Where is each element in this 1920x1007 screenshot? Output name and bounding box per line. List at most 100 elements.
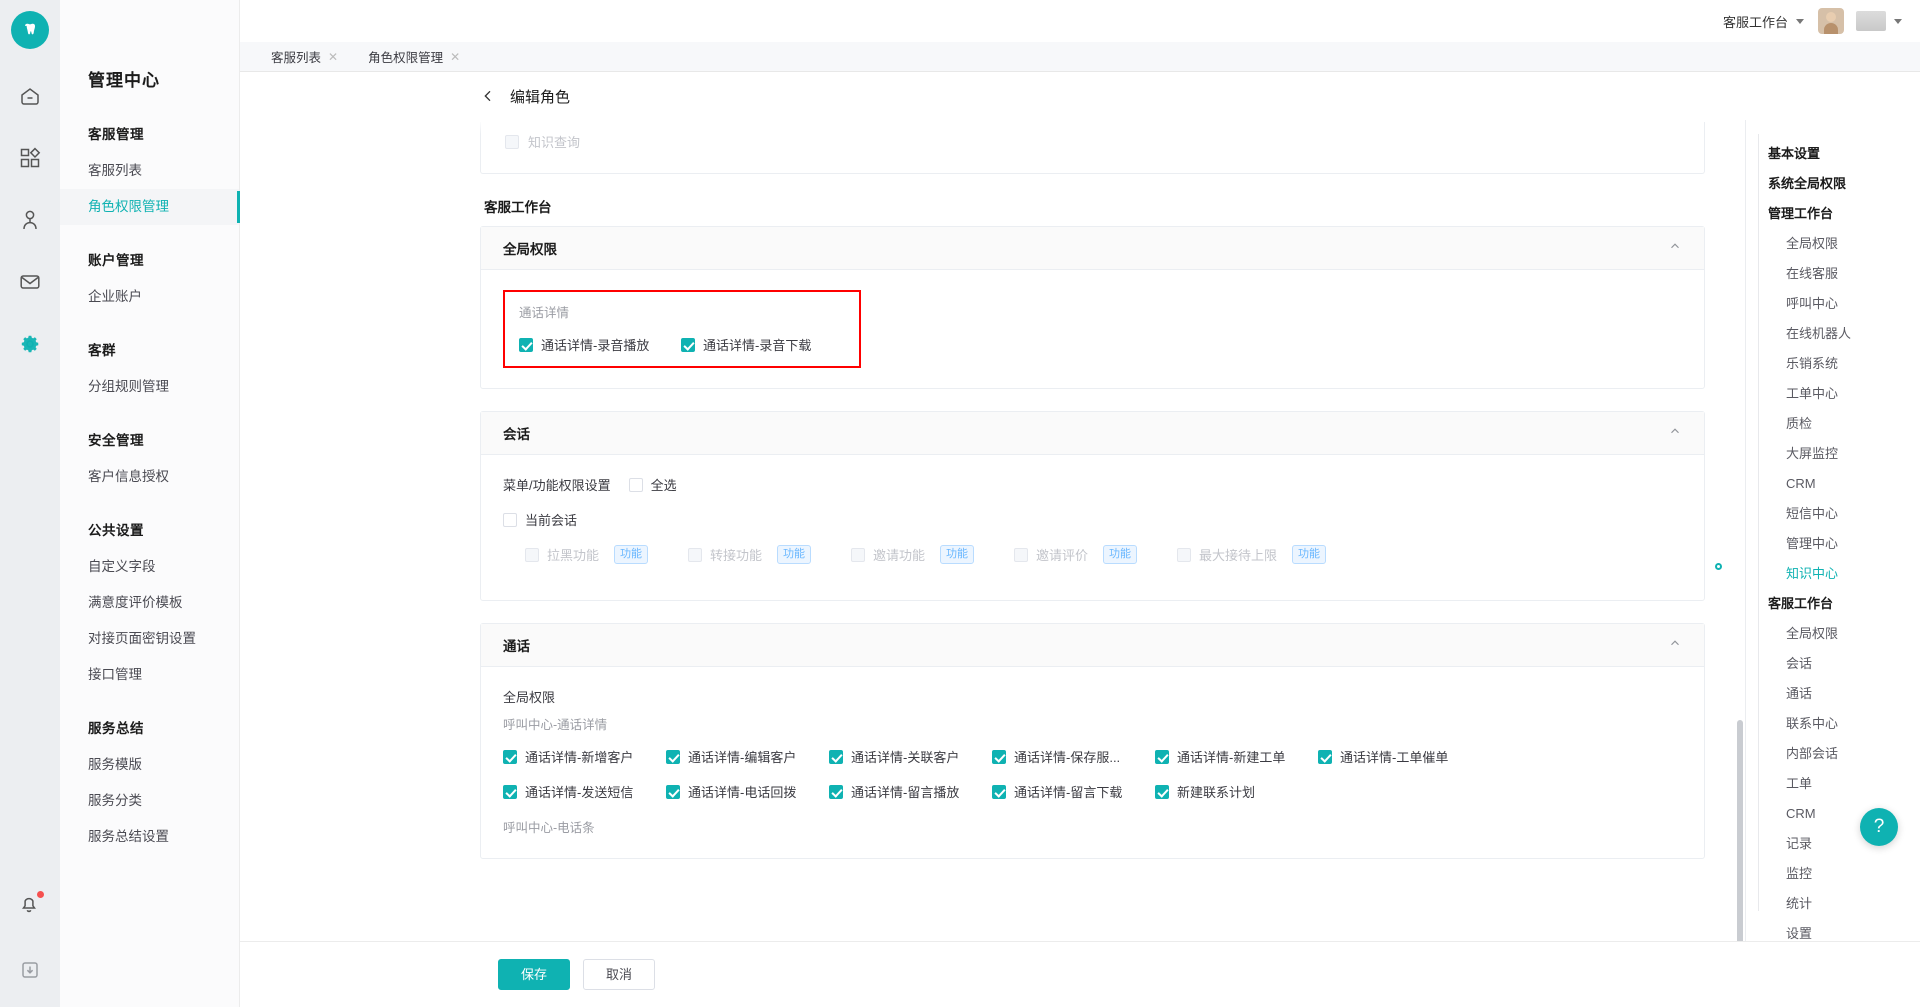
anchor-item-basic-settings[interactable]: 基本设置	[1746, 138, 1920, 168]
sidebar-item-customer-auth[interactable]: 客户信息授权	[60, 459, 239, 495]
tab-role-permission[interactable]: 角色权限管理 ✕	[353, 42, 475, 71]
checkbox-blacklist-feature: 拉黑功能 功能	[525, 545, 688, 564]
notifications-bell-icon[interactable]	[17, 891, 44, 917]
card-header[interactable]: 通话	[481, 624, 1704, 667]
anchor-item-crm[interactable]: CRM	[1746, 468, 1920, 498]
checkbox-label: 通话详情-编辑客户	[688, 750, 797, 765]
sidebar-group-0: 客服管理 客服列表 角色权限管理	[60, 109, 240, 225]
sidebar-item-group-rules[interactable]: 分组规则管理	[60, 369, 239, 405]
checkbox-call-detail-send-sms[interactable]: 通话详情-发送短信	[503, 782, 666, 801]
feature-tag: 功能	[1103, 545, 1138, 564]
menu-permission-label: 菜单/功能权限设置	[503, 478, 611, 493]
sidebar-group-title: 客群	[88, 343, 116, 358]
app-logo	[11, 11, 49, 49]
help-button[interactable]: ?	[1860, 808, 1898, 846]
checkbox-call-detail-new-ticket[interactable]: 通话详情-新建工单	[1155, 747, 1318, 766]
anchor-item-sms-center[interactable]: 短信中心	[1746, 498, 1920, 528]
checkbox-box	[503, 512, 517, 527]
form-footer: 保存 取消	[240, 941, 1920, 1007]
anchor-item-wb-global-permission[interactable]: 全局权限	[1746, 618, 1920, 648]
checkbox-call-detail-play-recording[interactable]: 通话详情-录音播放	[519, 335, 681, 354]
card-header[interactable]: 会话	[481, 412, 1704, 455]
card-call: 通话 全局权限 呼叫中心-通话详情 通话详情-新增客户 通话详情-编辑客户 通话…	[480, 623, 1705, 859]
home-icon[interactable]	[17, 83, 43, 109]
tab-agent-list[interactable]: 客服列表 ✕	[256, 42, 353, 71]
apps-grid-icon[interactable]	[17, 145, 43, 171]
checkbox-call-detail-download-recording[interactable]: 通话详情-录音下载	[681, 335, 845, 354]
checkbox-call-detail-callback[interactable]: 通话详情-电话回拨	[666, 782, 829, 801]
account-menu[interactable]	[1856, 11, 1902, 31]
user-icon[interactable]	[17, 207, 43, 233]
anchor-item-knowledge-center[interactable]: 知识中心	[1715, 558, 1920, 588]
sidebar-item-custom-fields[interactable]: 自定义字段	[60, 549, 239, 585]
chevron-up-icon[interactable]	[1668, 239, 1682, 255]
content-scrollbar-track[interactable]	[1737, 240, 1743, 941]
mail-icon[interactable]	[17, 269, 43, 295]
checkbox-call-detail-add-customer[interactable]: 通话详情-新增客户	[503, 747, 666, 766]
rail-bottom-icons	[0, 891, 60, 983]
close-icon[interactable]: ✕	[450, 51, 460, 63]
chevron-left-icon[interactable]	[480, 88, 496, 104]
checkbox-label: 当前会话	[525, 513, 578, 528]
chevron-up-icon[interactable]	[1668, 424, 1682, 440]
sidebar-item-enterprise-account[interactable]: 企业账户	[60, 279, 239, 315]
anchor-item-monitoring[interactable]: 监控	[1746, 858, 1920, 888]
checkbox-current-session[interactable]: 当前会话	[503, 510, 1682, 529]
anchor-item-ticket-center[interactable]: 工单中心	[1746, 378, 1920, 408]
sidebar-item-service-summary-settings[interactable]: 服务总结设置	[60, 819, 239, 855]
checkbox-select-all[interactable]: 全选	[628, 475, 677, 494]
highlighted-permission-group: 通话详情 通话详情-录音播放 通话详情-录音下载	[503, 290, 861, 368]
anchor-item-quality-inspection[interactable]: 质检	[1746, 408, 1920, 438]
anchor-item-session[interactable]: 会话	[1746, 648, 1920, 678]
anchor-item-agent-workbench[interactable]: 客服工作台	[1746, 588, 1920, 618]
group-caption-phonebar: 呼叫中心-电话条	[503, 821, 595, 835]
anchor-item-call-center[interactable]: 呼叫中心	[1746, 288, 1920, 318]
sidebar-item-interface-management[interactable]: 接口管理	[60, 657, 239, 693]
checkbox-call-detail-ticket-reminder[interactable]: 通话详情-工单催单	[1318, 747, 1481, 766]
checkbox-call-detail-link-customer[interactable]: 通话详情-关联客户	[829, 747, 992, 766]
download-box-icon[interactable]	[17, 957, 43, 983]
checkbox-box	[505, 134, 519, 149]
card-header[interactable]: 全局权限	[481, 227, 1704, 270]
checkbox-call-detail-save-service[interactable]: 通话详情-保存服...	[992, 747, 1155, 766]
anchor-item-ticket[interactable]: 工单	[1746, 768, 1920, 798]
checkbox-box	[851, 547, 865, 562]
checkbox-new-contact-plan[interactable]: 新建联系计划	[1155, 782, 1318, 801]
sidebar-item-page-key-settings[interactable]: 对接页面密钥设置	[60, 621, 239, 657]
anchor-item-settings[interactable]: 设置	[1746, 918, 1920, 941]
anchor-item-system-global-permission[interactable]: 系统全局权限	[1746, 168, 1920, 198]
anchor-item-statistics[interactable]: 统计	[1746, 888, 1920, 918]
anchor-item-admin-workbench[interactable]: 管理工作台	[1746, 198, 1920, 228]
checkbox-label: 新建联系计划	[1177, 785, 1256, 800]
sidebar-item-role-permission[interactable]: 角色权限管理	[60, 189, 240, 225]
anchor-item-big-screen-monitor[interactable]: 大屏监控	[1746, 438, 1920, 468]
checkbox-call-detail-play-voicemail[interactable]: 通话详情-留言播放	[829, 782, 992, 801]
sidebar-item-service-category[interactable]: 服务分类	[60, 783, 239, 819]
avatar[interactable]	[1818, 8, 1844, 34]
anchor-item-admin-center[interactable]: 管理中心	[1746, 528, 1920, 558]
sidebar-item-satisfaction-template[interactable]: 满意度评价模板	[60, 585, 239, 621]
checkbox-call-detail-download-voicemail[interactable]: 通话详情-留言下载	[992, 782, 1155, 801]
chevron-up-icon[interactable]	[1668, 636, 1682, 652]
checkbox-label: 通话详情-电话回拨	[688, 785, 797, 800]
anchor-item-online-robot[interactable]: 在线机器人	[1746, 318, 1920, 348]
anchor-item-internal-session[interactable]: 内部会话	[1746, 738, 1920, 768]
checkbox-box	[992, 784, 1006, 799]
anchor-item-sales-system[interactable]: 乐销系统	[1746, 348, 1920, 378]
anchor-item-global-permission[interactable]: 全局权限	[1746, 228, 1920, 258]
checkbox-label: 通话详情-新建工单	[1177, 750, 1286, 765]
anchor-item-call[interactable]: 通话	[1746, 678, 1920, 708]
checkbox-call-detail-edit-customer[interactable]: 通话详情-编辑客户	[666, 747, 829, 766]
sidebar-item-service-template[interactable]: 服务模版	[60, 747, 239, 783]
anchor-item-online-service[interactable]: 在线客服	[1746, 258, 1920, 288]
close-icon[interactable]: ✕	[328, 51, 338, 63]
content-scrollbar-thumb[interactable]	[1737, 720, 1743, 941]
settings-gear-icon[interactable]	[17, 331, 43, 357]
checkbox-label: 知识查询	[528, 135, 581, 150]
checkbox-box	[681, 337, 695, 352]
save-button[interactable]: 保存	[498, 959, 571, 990]
anchor-item-contact-center[interactable]: 联系中心	[1746, 708, 1920, 738]
sidebar-item-agent-list[interactable]: 客服列表	[60, 153, 239, 189]
workbench-switcher[interactable]: 客服工作台	[1723, 12, 1804, 31]
cancel-button[interactable]: 取消	[583, 959, 656, 990]
